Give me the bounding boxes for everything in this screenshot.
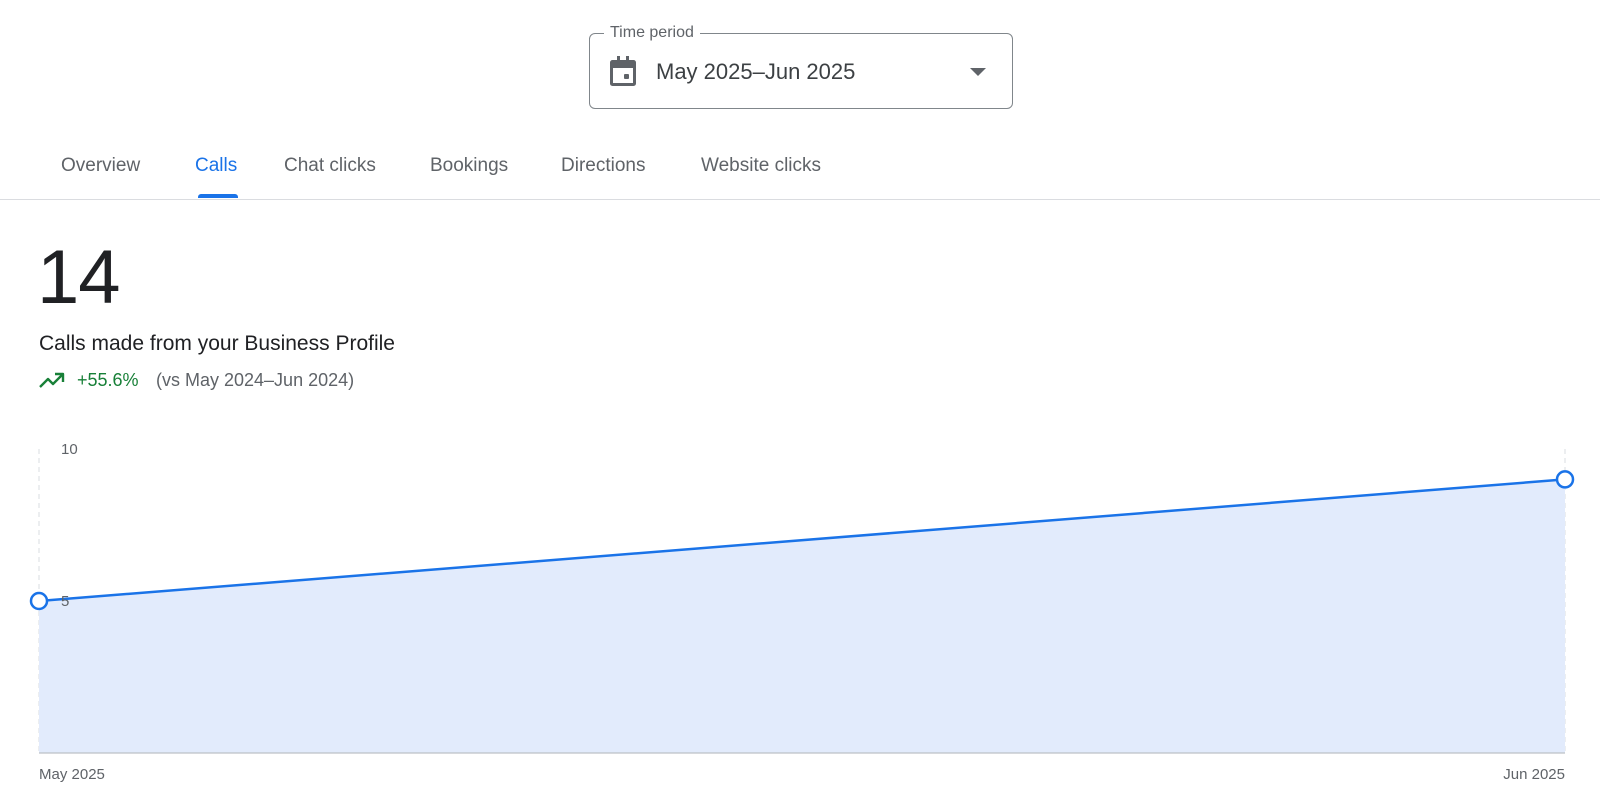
area-fill bbox=[39, 479, 1565, 753]
y-tick-label: 5 bbox=[61, 593, 69, 610]
tab-bookings[interactable]: Bookings bbox=[430, 154, 508, 178]
trend-change: +55.6% bbox=[77, 370, 139, 390]
tab-website-clicks[interactable]: Website clicks bbox=[701, 154, 821, 178]
tab-overview[interactable]: Overview bbox=[61, 154, 140, 178]
tab-directions[interactable]: Directions bbox=[561, 154, 645, 178]
trending-up-icon bbox=[39, 372, 65, 388]
tab-calls[interactable]: Calls bbox=[195, 154, 237, 178]
time-period-select[interactable]: Time period May 2025–Jun 2025 bbox=[589, 22, 1013, 109]
series-line bbox=[38, 478, 1566, 603]
time-period-label: Time period bbox=[604, 22, 700, 44]
tab-chat-clicks[interactable]: Chat clicks bbox=[284, 154, 376, 178]
trend-comparison: (vs May 2024–Jun 2024) bbox=[156, 370, 355, 390]
data-points bbox=[29, 470, 1575, 611]
active-tab-indicator bbox=[198, 194, 238, 198]
metric-value: 14 bbox=[37, 235, 121, 320]
calls-chart: 5 10 May 2025 Jun 2025 bbox=[29, 441, 1575, 783]
x-tick-label: Jun 2025 bbox=[1503, 766, 1565, 783]
y-tick-labels: 5 10 bbox=[61, 441, 78, 610]
dropdown-arrow-icon bbox=[970, 68, 986, 76]
x-tick-label: May 2025 bbox=[39, 766, 105, 783]
time-period-value: May 2025–Jun 2025 bbox=[656, 59, 856, 84]
x-tick-labels: May 2025 Jun 2025 bbox=[39, 766, 1565, 783]
data-point[interactable] bbox=[29, 591, 49, 611]
tabs-divider bbox=[0, 199, 1600, 200]
calendar-icon bbox=[610, 56, 636, 86]
y-tick-label: 10 bbox=[61, 441, 78, 458]
metric-label: Calls made from your Business Profile bbox=[39, 332, 395, 355]
data-point[interactable] bbox=[1555, 470, 1575, 489]
